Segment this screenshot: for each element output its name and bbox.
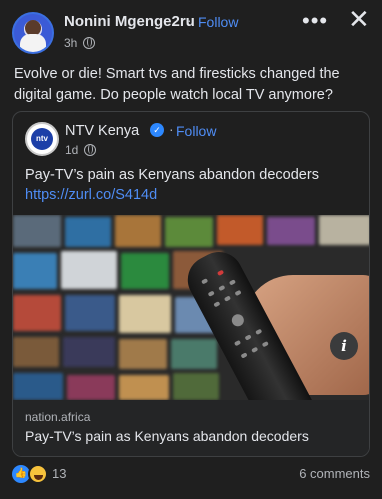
- shared-page-name[interactable]: NTV Kenya: [65, 123, 139, 139]
- shared-text: Pay-TV’s pain as Kenyans abandon decoder…: [25, 165, 359, 205]
- comments-count[interactable]: 6 comments: [299, 466, 370, 481]
- tv-tile: [119, 339, 167, 369]
- post-text: Evolve or die! Smart tvs and firesticks …: [14, 66, 340, 103]
- reactions-bar: 👍 13 6 comments: [12, 463, 370, 485]
- globe-icon: [83, 37, 96, 49]
- remote-button: [261, 341, 269, 348]
- author-avatar[interactable]: [12, 12, 54, 54]
- separator-dot: ·: [169, 121, 174, 137]
- follow-button[interactable]: Follow: [198, 14, 238, 30]
- tv-tile: [13, 295, 61, 331]
- link-domain: nation.africa: [25, 410, 91, 424]
- author-name[interactable]: Nonini Mgenge2ru: [64, 13, 195, 30]
- post-header: Nonini Mgenge2ru · Follow 3h ••• ✕: [0, 0, 382, 56]
- info-icon[interactable]: i: [330, 332, 358, 360]
- shared-follow-button[interactable]: Follow: [176, 123, 216, 139]
- post-meta: 3h: [64, 36, 96, 50]
- ntv-logo-mark: ntv: [31, 128, 53, 150]
- tv-tile: [65, 295, 115, 331]
- remote-button: [251, 346, 259, 354]
- remote-button: [218, 284, 226, 292]
- tv-tile: [319, 215, 369, 245]
- remote-button: [234, 289, 242, 297]
- tv-tile: [171, 339, 217, 369]
- remote-button: [216, 269, 225, 277]
- haha-icon[interactable]: [28, 464, 48, 484]
- link-title[interactable]: Pay-TV’s pain as Kenyans abandon decoder…: [25, 428, 309, 444]
- remote-button: [201, 278, 209, 285]
- shared-caption: Pay-TV’s pain as Kenyans abandon decoder…: [25, 167, 319, 183]
- more-options-icon[interactable]: •••: [302, 8, 328, 34]
- shared-link[interactable]: https://zurl.co/S414d: [25, 185, 359, 205]
- tv-tile: [13, 337, 59, 367]
- tv-tile: [13, 253, 57, 289]
- remote-button: [255, 328, 263, 336]
- tv-tile: [267, 217, 315, 245]
- ntv-logo-avatar[interactable]: ntv: [25, 122, 59, 156]
- globe-icon: [84, 144, 97, 156]
- avatar-body: [20, 34, 46, 52]
- tv-tile: [13, 215, 61, 247]
- post-time[interactable]: 3h: [64, 36, 77, 50]
- link-preview-footer[interactable]: nation.africa Pay-TV’s pain as Kenyans a…: [13, 400, 369, 456]
- tv-tile: [115, 215, 161, 247]
- tv-tile: [173, 373, 219, 400]
- tv-tile: [121, 253, 169, 289]
- tv-tile: [165, 217, 213, 247]
- tv-tile: [61, 251, 117, 289]
- shared-meta: 1d: [65, 143, 97, 157]
- tv-tile: [119, 375, 169, 400]
- tv-tile: [13, 373, 63, 400]
- remote-button: [229, 312, 246, 329]
- verified-badge-icon: ✓: [150, 123, 164, 137]
- tv-tile: [63, 337, 115, 367]
- shared-time[interactable]: 1d: [65, 143, 78, 157]
- close-icon[interactable]: ✕: [348, 4, 370, 35]
- tv-tile: [119, 295, 171, 333]
- remote-button: [244, 334, 252, 341]
- remote-button: [233, 339, 242, 347]
- remote-button: [207, 290, 215, 297]
- remote-button: [228, 279, 237, 286]
- tv-tile: [67, 375, 115, 400]
- separator-dot: ·: [187, 12, 192, 28]
- remote-button: [213, 301, 221, 308]
- tv-tile: [65, 217, 111, 247]
- remote-button: [240, 352, 248, 359]
- reaction-count[interactable]: 13: [52, 466, 66, 481]
- article-image[interactable]: i: [13, 215, 369, 400]
- tv-tile: [217, 215, 263, 245]
- remote-button: [223, 295, 232, 302]
- shared-post-card[interactable]: ntv NTV Kenya ✓ · Follow 1d Pay-TV’s pai…: [12, 111, 370, 457]
